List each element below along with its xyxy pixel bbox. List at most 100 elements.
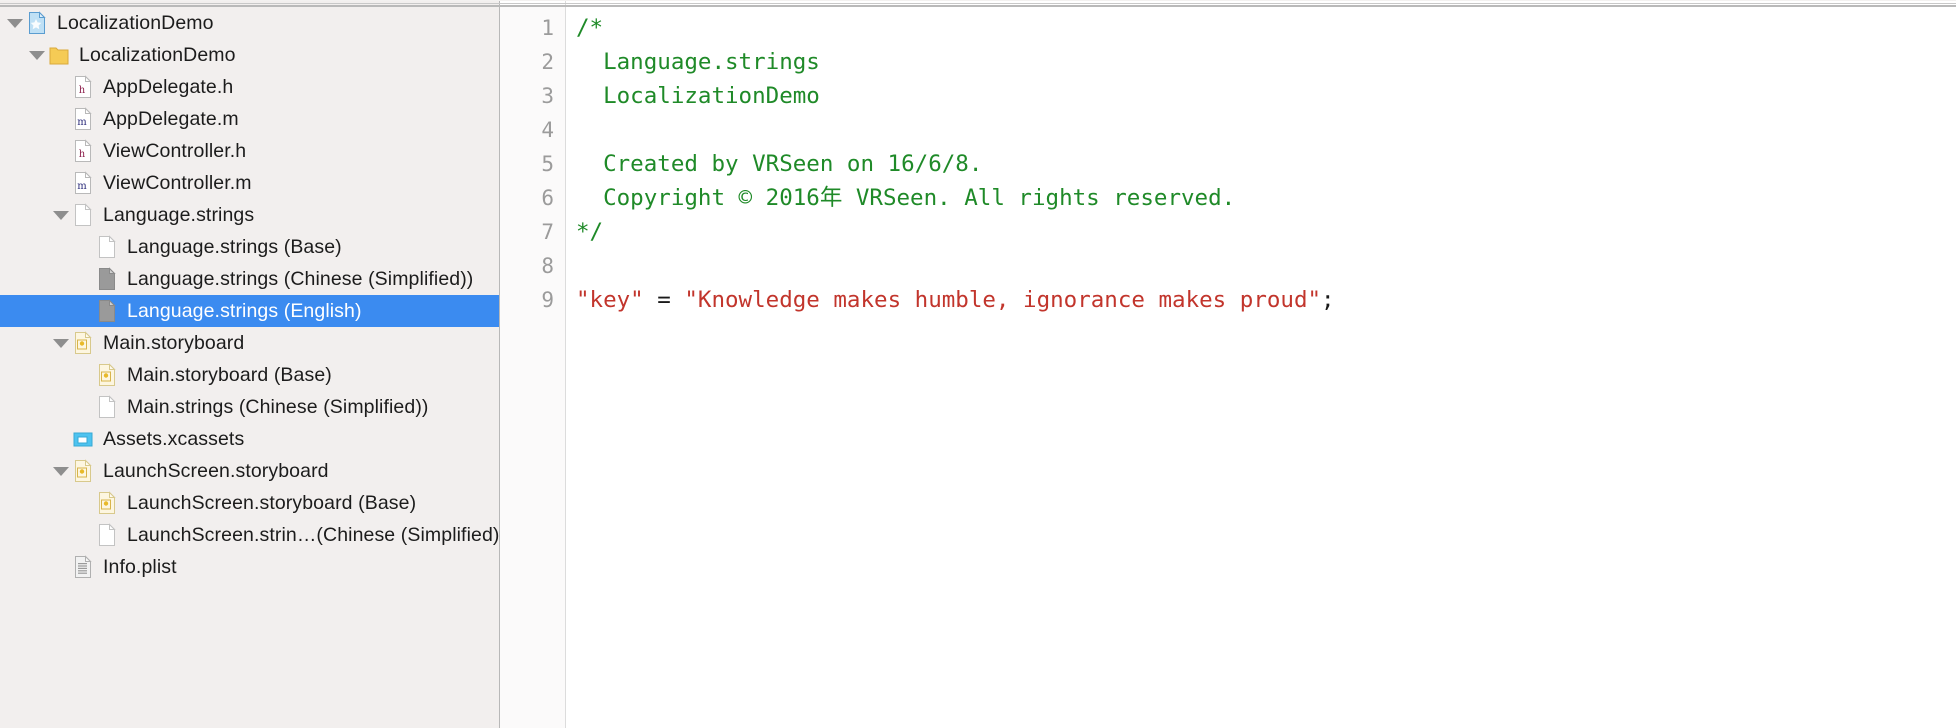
navigator-row-label: Language.strings (English): [127, 299, 362, 322]
code-line[interactable]: [576, 113, 1956, 147]
storyboard-icon: [96, 490, 118, 516]
code-line[interactable]: */: [576, 215, 1956, 249]
strings-file-gray-icon: [96, 298, 118, 324]
navigator-row[interactable]: Assets.xcassets: [0, 423, 500, 455]
navigator-row-label: LocalizationDemo: [57, 11, 214, 34]
project-navigator[interactable]: LocalizationDemo LocalizationDemo h AppDele…: [0, 0, 500, 728]
strings-file-icon: [72, 202, 94, 228]
navigator-row[interactable]: Main.storyboard (Base): [0, 359, 500, 391]
code-line[interactable]: LocalizationDemo: [576, 79, 1956, 113]
navigator-row[interactable]: Language.strings (Base): [0, 231, 500, 263]
line-number: 8: [541, 254, 554, 278]
code-line[interactable]: /*: [576, 11, 1956, 45]
line-number: 7: [541, 220, 554, 244]
svg-text:m: m: [77, 181, 87, 192]
code-line[interactable]: Language.strings: [576, 45, 1956, 79]
objc-file-icon: m: [72, 170, 94, 196]
navigator-row-label: Language.strings (Base): [127, 235, 342, 258]
navigator-row[interactable]: m ViewController.m: [0, 167, 500, 199]
navigator-row[interactable]: LocalizationDemo: [0, 7, 500, 39]
storyboard-icon: [72, 458, 94, 484]
disclosure-triangle-open-icon[interactable]: [50, 327, 72, 359]
navigator-row-label: AppDelegate.h: [103, 75, 234, 98]
line-number: 9: [541, 288, 554, 312]
disclosure-triangle-open-icon[interactable]: [4, 7, 26, 39]
xcode-window: LocalizationDemo LocalizationDemo h AppDele…: [0, 0, 1956, 728]
navigator-row-label: Language.strings: [103, 203, 255, 226]
source-editor[interactable]: 1 2 3 4 5 6 7 8 9 /* Language.strings Localizati…: [500, 0, 1956, 728]
code-content[interactable]: /* Language.strings LocalizationDemo Cre…: [566, 7, 1956, 728]
line-number: 2: [541, 50, 554, 74]
navigator-row[interactable]: LaunchScreen.storyboard (Base): [0, 487, 500, 519]
navigator-row-label: ViewController.h: [103, 139, 247, 162]
navigator-row[interactable]: h ViewController.h: [0, 135, 500, 167]
line-number: 6: [541, 186, 554, 210]
disclosure-triangle-open-icon[interactable]: [26, 39, 48, 71]
navigator-row-label: Assets.xcassets: [103, 427, 245, 450]
folder-icon: [48, 42, 70, 68]
storyboard-icon: [96, 362, 118, 388]
navigator-row[interactable]: LaunchScreen.storyboard: [0, 455, 500, 487]
navigator-row[interactable]: m AppDelegate.m: [0, 103, 500, 135]
strings-file-icon: [96, 394, 118, 420]
code-token-comment: */: [576, 219, 604, 245]
line-number: 1: [541, 16, 554, 40]
disclosure-triangle-open-icon[interactable]: [50, 455, 72, 487]
navigator-row[interactable]: Main.strings (Chinese (Simplified)): [0, 391, 500, 423]
code-token-string: "Knowledge makes humble, ignorance makes…: [684, 287, 1322, 313]
plist-icon: [72, 554, 94, 580]
xcode-project-icon: [26, 10, 48, 36]
navigator-row[interactable]: Language.strings (Chinese (Simplified)): [0, 263, 500, 295]
navigator-row[interactable]: h AppDelegate.h: [0, 71, 500, 103]
navigator-row[interactable]: Language.strings: [0, 199, 500, 231]
navigator-row-label: ViewController.m: [103, 171, 252, 194]
line-number: 4: [541, 118, 554, 142]
header-file-icon: h: [72, 74, 94, 100]
navigator-row-label: Main.storyboard: [103, 331, 245, 354]
code-token-comment: Created by VRSeen on 16/6/8.: [576, 151, 983, 177]
navigator-row-label: LaunchScreen.storyboard: [103, 459, 329, 482]
navigator-row-label: Info.plist: [103, 555, 177, 578]
disclosure-triangle-open-icon[interactable]: [50, 199, 72, 231]
line-number-gutter: 1 2 3 4 5 6 7 8 9: [500, 0, 566, 728]
navigator-row-label: Language.strings (Chinese (Simplified)): [127, 267, 474, 290]
navigator-editor-divider[interactable]: [499, 0, 500, 728]
xcassets-icon: [72, 426, 94, 452]
navigator-row-label: Main.strings (Chinese (Simplified)): [127, 395, 429, 418]
navigator-row[interactable]: LaunchScreen.strin…(Chinese (Simplified)…: [0, 519, 500, 551]
code-token-string: "key": [576, 287, 644, 313]
navigator-row-selected[interactable]: Language.strings (English): [0, 295, 500, 327]
navigator-row[interactable]: Info.plist: [0, 551, 500, 583]
code-token-comment: /*: [576, 15, 604, 41]
storyboard-icon: [72, 330, 94, 356]
code-line[interactable]: Copyright © 2016年 VRSeen. All rights res…: [576, 181, 1956, 215]
line-number: 3: [541, 84, 554, 108]
code-line[interactable]: [576, 249, 1956, 283]
line-number: 5: [541, 152, 554, 176]
code-line[interactable]: Created by VRSeen on 16/6/8.: [576, 147, 1956, 181]
strings-file-icon: [96, 234, 118, 260]
gutter-divider: [565, 0, 566, 728]
navigator-row-label: Main.storyboard (Base): [127, 363, 332, 386]
header-file-icon: h: [72, 138, 94, 164]
navigator-row-label: AppDelegate.m: [103, 107, 239, 130]
objc-file-icon: m: [72, 106, 94, 132]
strings-file-icon: [96, 522, 118, 548]
navigator-row[interactable]: Main.storyboard: [0, 327, 500, 359]
navigator-row[interactable]: LocalizationDemo: [0, 39, 500, 71]
code-line[interactable]: "key" = "Knowledge makes humble, ignoran…: [576, 283, 1956, 317]
strings-file-gray-icon: [96, 266, 118, 292]
